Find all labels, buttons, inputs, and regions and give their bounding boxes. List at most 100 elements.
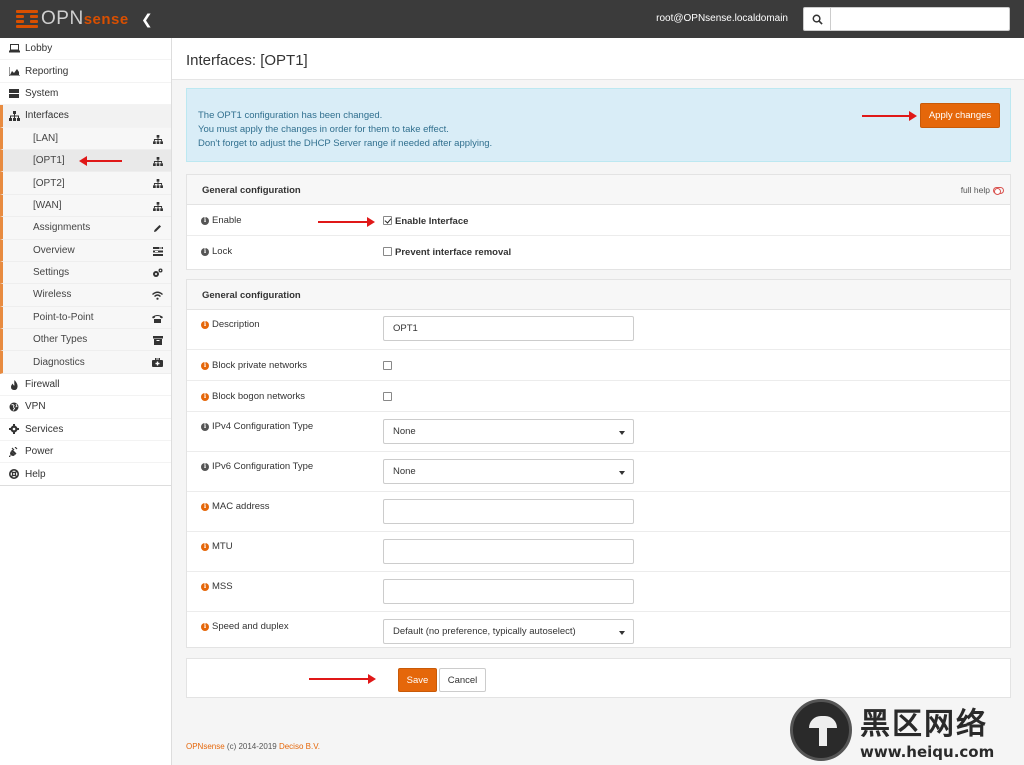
sidebar-subitem-lan[interactable]: [LAN] — [0, 127, 171, 150]
apply-changes-button[interactable]: Apply changes — [920, 103, 1000, 128]
watermark-text: 黑区网络 www.heiqu.com — [860, 699, 994, 761]
info-icon[interactable]: i — [201, 502, 209, 511]
sidebar-subitem-label: Overview — [33, 244, 75, 256]
info-icon[interactable]: i — [201, 422, 209, 431]
sidebar-item-services[interactable]: Services — [0, 419, 171, 442]
laptop-icon — [8, 44, 20, 53]
info-icon[interactable]: i — [201, 216, 209, 225]
prevent-removal-label: Prevent interface removal — [395, 247, 512, 258]
sidebar-item-label: Lobby — [25, 43, 53, 55]
opnsense-logo[interactable]: OPNsense — [16, 8, 129, 29]
sidebar-subitem-settings[interactable]: Settings — [0, 261, 171, 285]
mtu-input[interactable] — [383, 539, 634, 564]
cogs-icon — [152, 268, 163, 279]
sidebar-subitem-opt2[interactable]: [OPT2] — [0, 172, 171, 195]
sidebar-item-interfaces[interactable]: Interfaces — [0, 105, 171, 128]
speed-duplex-select[interactable]: Default (no preference, typically autose… — [383, 619, 634, 644]
sidebar-item-firewall[interactable]: Firewall — [0, 374, 171, 397]
sidebar-item-power[interactable]: Power — [0, 441, 171, 464]
speed-duplex-label: i Speed and duplex — [201, 621, 289, 632]
sidebar-subitem-label: Wireless — [33, 289, 72, 301]
sidebar-subitem-label: [OPT1] — [33, 155, 65, 167]
block-private-row: i Block private networks — [187, 350, 1010, 381]
lock-label: i Lock — [201, 246, 232, 257]
sidebar-subitem-assignments[interactable]: Assignments — [0, 217, 171, 240]
sidebar-item-label: Reporting — [25, 65, 69, 77]
info-icon[interactable]: i — [201, 361, 209, 370]
life-ring-icon — [8, 469, 20, 480]
sidebar-subitem-wireless[interactable]: Wireless — [0, 284, 171, 307]
mac-address-input[interactable] — [383, 499, 634, 524]
sidebar-item-reporting[interactable]: Reporting — [0, 60, 171, 83]
general-config-panel-2: General configuration i Description OPT1 … — [186, 279, 1011, 648]
block-private-label: i Block private networks — [201, 360, 307, 371]
watermark-cn: 黑区网络 — [860, 707, 988, 742]
info-icon[interactable]: i — [201, 320, 209, 329]
sidebar-item-label: Services — [25, 423, 64, 435]
sidebar-item-system[interactable]: System — [0, 83, 171, 106]
sidebar-subitem-point-to-point[interactable]: Point-to-Point — [0, 306, 171, 330]
enable-row: i Enable Enable Interface — [187, 205, 1010, 236]
annotation-arrow-opt1 — [79, 156, 122, 166]
sidebar-subitem-wan[interactable]: [WAN] — [0, 194, 171, 218]
panel-header: General configuration full help — [187, 175, 1010, 205]
top-bar: OPNsense ❮ root@OPNsense.localdomain — [0, 0, 1024, 38]
info-icon[interactable]: i — [201, 462, 209, 471]
sidebar-subitem-diagnostics[interactable]: Diagnostics — [0, 351, 171, 374]
sidebar-subitem-overview[interactable]: Overview — [0, 239, 171, 262]
sidebar-item-lobby[interactable]: Lobby — [0, 38, 171, 61]
sidebar-subitem-label: Point-to-Point — [33, 311, 94, 323]
description-row: i Description OPT1 — [187, 310, 1010, 350]
lock-row: i Lock Prevent interface removal — [187, 236, 1010, 267]
sidebar-subitem-label: [WAN] — [33, 199, 62, 211]
sidebar-item-label: VPN — [25, 401, 46, 413]
save-button[interactable]: Save — [398, 668, 437, 692]
sidebar-subitem-other-types[interactable]: Other Types — [0, 329, 171, 352]
info-icon[interactable]: i — [201, 582, 209, 591]
sidebar-item-label: Firewall — [25, 379, 60, 391]
info-icon[interactable]: i — [201, 392, 209, 401]
mtu-label: i MTU — [201, 541, 233, 552]
sidebar-subitem-label: [OPT2] — [33, 177, 65, 189]
chevron-down-icon — [619, 431, 625, 435]
description-input[interactable]: OPT1 — [383, 316, 634, 341]
sidebar-item-help[interactable]: Help — [0, 463, 171, 486]
annotation-arrow-enable — [318, 217, 375, 227]
sidebar-item-vpn[interactable]: VPN — [0, 396, 171, 419]
info-icon[interactable]: i — [201, 542, 209, 551]
globe-icon — [8, 402, 20, 412]
info-icon[interactable]: i — [201, 622, 209, 631]
cancel-button[interactable]: Cancel — [439, 668, 486, 692]
main-content: Interfaces: [OPT1] The OPT1 configuratio… — [172, 38, 1024, 765]
search-input[interactable] — [831, 7, 1010, 31]
footer: OPNsense (c) 2014-2019 Deciso B.V. — [186, 742, 320, 751]
sidebar-item-label: Help — [25, 468, 46, 480]
search-button[interactable] — [803, 7, 831, 31]
sidebar: Lobby Reporting System Interfaces [LAN] … — [0, 38, 172, 765]
user-label[interactable]: root@OPNsense.localdomain — [656, 13, 788, 24]
fire-icon — [8, 379, 20, 390]
search-icon — [812, 14, 823, 25]
enable-interface-checkbox[interactable] — [383, 216, 392, 225]
cog-icon — [8, 424, 20, 435]
sitemap-icon — [152, 178, 163, 189]
logo-mark-icon — [16, 9, 38, 29]
collapse-sidebar-icon[interactable]: ❮ — [141, 11, 153, 28]
sidebar-item-label: Interfaces — [25, 110, 69, 122]
full-help-toggle[interactable]: full help — [961, 185, 1004, 195]
enable-label: i Enable — [201, 215, 242, 226]
panel-title: General configuration — [202, 185, 301, 196]
ipv4-type-select[interactable]: None — [383, 419, 634, 444]
mss-input[interactable] — [383, 579, 634, 604]
ipv6-type-select[interactable]: None — [383, 459, 634, 484]
block-bogon-checkbox[interactable] — [383, 392, 392, 401]
block-bogon-label: i Block bogon networks — [201, 391, 305, 402]
footer-company-link[interactable]: Deciso B.V. — [279, 742, 320, 751]
mtu-row: i MTU — [187, 532, 1010, 572]
prevent-removal-checkbox[interactable] — [383, 247, 392, 256]
footer-brand-link[interactable]: OPNsense — [186, 742, 225, 751]
block-private-checkbox[interactable] — [383, 361, 392, 370]
info-icon[interactable]: i — [201, 247, 209, 256]
ipv6-selected-value: None — [393, 466, 416, 477]
wifi-icon — [152, 290, 163, 301]
